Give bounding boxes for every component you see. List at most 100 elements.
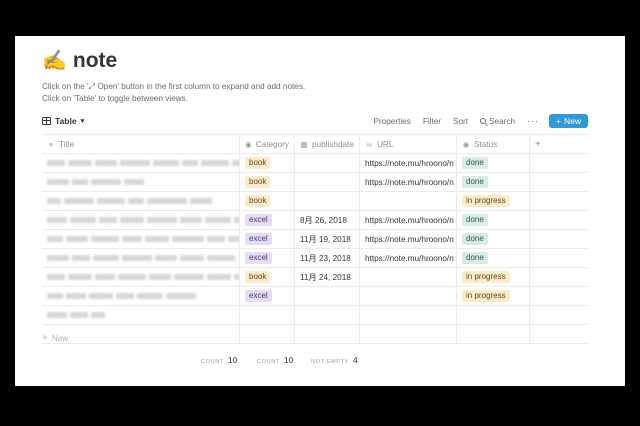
- publishdate-cell[interactable]: 11月 24, 2018: [295, 268, 360, 286]
- url-link[interactable]: https://note.mu/hroono/n: [365, 254, 454, 263]
- category-cell[interactable]: book: [240, 173, 295, 191]
- category-cell[interactable]: excel: [240, 287, 295, 305]
- status-cell[interactable]: done: [457, 230, 530, 248]
- title-cell[interactable]: [42, 249, 240, 267]
- title-cell[interactable]: [42, 325, 240, 343]
- empty-cell: [530, 306, 588, 324]
- status-cell[interactable]: [457, 306, 530, 324]
- category-cell[interactable]: excel: [240, 249, 295, 267]
- calculation-value: 4: [352, 355, 358, 365]
- publishdate-cell[interactable]: [295, 154, 360, 172]
- table-row[interactable]: book https://note.mu/hroono/n done: [42, 154, 588, 173]
- url-cell[interactable]: https://note.mu/hroono/n: [360, 173, 457, 191]
- url-link[interactable]: https://note.mu/hroono/n: [365, 159, 454, 168]
- category-cell[interactable]: book: [240, 192, 295, 210]
- properties-button[interactable]: Properties: [374, 117, 411, 126]
- url-cell[interactable]: https://note.mu/hroono/n: [360, 154, 457, 172]
- status-cell[interactable]: in progress: [457, 192, 530, 210]
- select-icon: ◉: [245, 139, 252, 149]
- title-cell[interactable]: [42, 287, 240, 305]
- column-header-category[interactable]: ◉ Category: [240, 135, 295, 153]
- title-cell[interactable]: [42, 173, 240, 191]
- more-options-button[interactable]: ···: [527, 116, 539, 126]
- url-cell[interactable]: https://note.mu/hroono/n: [360, 230, 457, 248]
- filter-button[interactable]: Filter: [423, 117, 441, 126]
- url-cell[interactable]: [360, 192, 457, 210]
- url-link[interactable]: https://note.mu/hroono/n: [365, 178, 454, 187]
- title-cell[interactable]: [42, 211, 240, 229]
- column-header-status[interactable]: ◉ Status: [457, 135, 530, 153]
- category-cell[interactable]: excel: [240, 211, 295, 229]
- column-header-publishdate[interactable]: ▦ publishdate: [295, 135, 360, 153]
- view-selector-table[interactable]: Table ▾: [42, 116, 84, 126]
- redacted-text-block: [232, 160, 239, 166]
- table-row[interactable]: excel 8月 26, 2018 https://note.mu/hroono/n…: [42, 211, 588, 230]
- status-cell[interactable]: in progress: [457, 287, 530, 305]
- table-row[interactable]: excel 11月 23, 2018 https://note.mu/hroono/…: [42, 249, 588, 268]
- title-cell[interactable]: [42, 230, 240, 248]
- redacted-text-block: [145, 236, 169, 242]
- publishdate-cell[interactable]: [295, 287, 360, 305]
- status-cell[interactable]: done: [457, 249, 530, 267]
- redacted-text-block: [47, 274, 65, 280]
- redacted-text-block: [122, 236, 142, 242]
- table-row[interactable]: excel 11月 19, 2018 https://note.mu/hroono/…: [42, 230, 588, 249]
- url-link[interactable]: https://note.mu/hroono/n: [365, 235, 454, 244]
- url-cell[interactable]: [360, 306, 457, 324]
- table-row[interactable]: [42, 325, 588, 344]
- table-row[interactable]: book in progress: [42, 192, 588, 211]
- status-badge: done: [462, 252, 488, 264]
- publishdate-cell[interactable]: [295, 173, 360, 191]
- status-cell[interactable]: done: [457, 173, 530, 191]
- publishdate-cell[interactable]: 11月 19, 2018: [295, 230, 360, 248]
- title-cell[interactable]: [42, 154, 240, 172]
- column-header-status-label: Status: [474, 139, 498, 149]
- url-cell[interactable]: [360, 268, 457, 286]
- status-cell[interactable]: [457, 325, 530, 343]
- publishdate-cell[interactable]: [295, 306, 360, 324]
- search-button[interactable]: Search: [480, 117, 515, 126]
- table-row[interactable]: [42, 306, 588, 325]
- status-badge: done: [462, 233, 488, 245]
- url-cell[interactable]: [360, 287, 457, 305]
- sort-button[interactable]: Sort: [453, 117, 468, 126]
- category-cell[interactable]: [240, 306, 295, 324]
- new-button[interactable]: + New: [549, 114, 588, 128]
- title-cell[interactable]: [42, 192, 240, 210]
- url-cell[interactable]: https://note.mu/hroono/n: [360, 211, 457, 229]
- redacted-text-block: [66, 236, 88, 242]
- redacted-text-block: [205, 217, 231, 223]
- calculation-count[interactable]: COUNT 10: [257, 355, 293, 365]
- table-row[interactable]: excel in progress: [42, 287, 588, 306]
- calculation-count[interactable]: COUNT 10: [201, 355, 237, 365]
- calculation-label: COUNT: [201, 359, 224, 365]
- publishdate-cell[interactable]: 8月 26, 2018: [295, 211, 360, 229]
- table-row[interactable]: book 11月 24, 2018 in progress: [42, 268, 588, 287]
- publishdate-cell[interactable]: [295, 192, 360, 210]
- calculation-not-empty[interactable]: NOT EMPTY 4: [311, 355, 358, 365]
- redacted-text-block: [72, 255, 90, 261]
- category-tag: book: [245, 176, 271, 188]
- category-cell[interactable]: [240, 325, 295, 343]
- column-header-title[interactable]: ≡ Title: [42, 135, 240, 153]
- category-cell[interactable]: book: [240, 154, 295, 172]
- url-cell[interactable]: https://note.mu/hroono/n: [360, 249, 457, 267]
- add-column-button[interactable]: +: [530, 135, 588, 153]
- table-row[interactable]: book https://note.mu/hroono/n done: [42, 173, 588, 192]
- status-cell[interactable]: done: [457, 211, 530, 229]
- add-row-button[interactable]: + New: [42, 334, 68, 344]
- status-cell[interactable]: done: [457, 154, 530, 172]
- url-link[interactable]: https://note.mu/hroono/n: [365, 216, 454, 225]
- redacted-text-block: [47, 160, 65, 166]
- category-cell[interactable]: excel: [240, 230, 295, 248]
- category-cell[interactable]: book: [240, 268, 295, 286]
- title-cell[interactable]: [42, 306, 240, 324]
- publishdate-cell[interactable]: 11月 23, 2018: [295, 249, 360, 267]
- blurred-title: [47, 255, 235, 261]
- title-cell[interactable]: [42, 268, 240, 286]
- view-toolbar: Table ▾ Properties Filter Sort Search ··…: [42, 112, 588, 130]
- url-cell[interactable]: [360, 325, 457, 343]
- column-header-url[interactable]: ∞ URL: [360, 135, 457, 153]
- publishdate-cell[interactable]: [295, 325, 360, 343]
- status-cell[interactable]: in progress: [457, 268, 530, 286]
